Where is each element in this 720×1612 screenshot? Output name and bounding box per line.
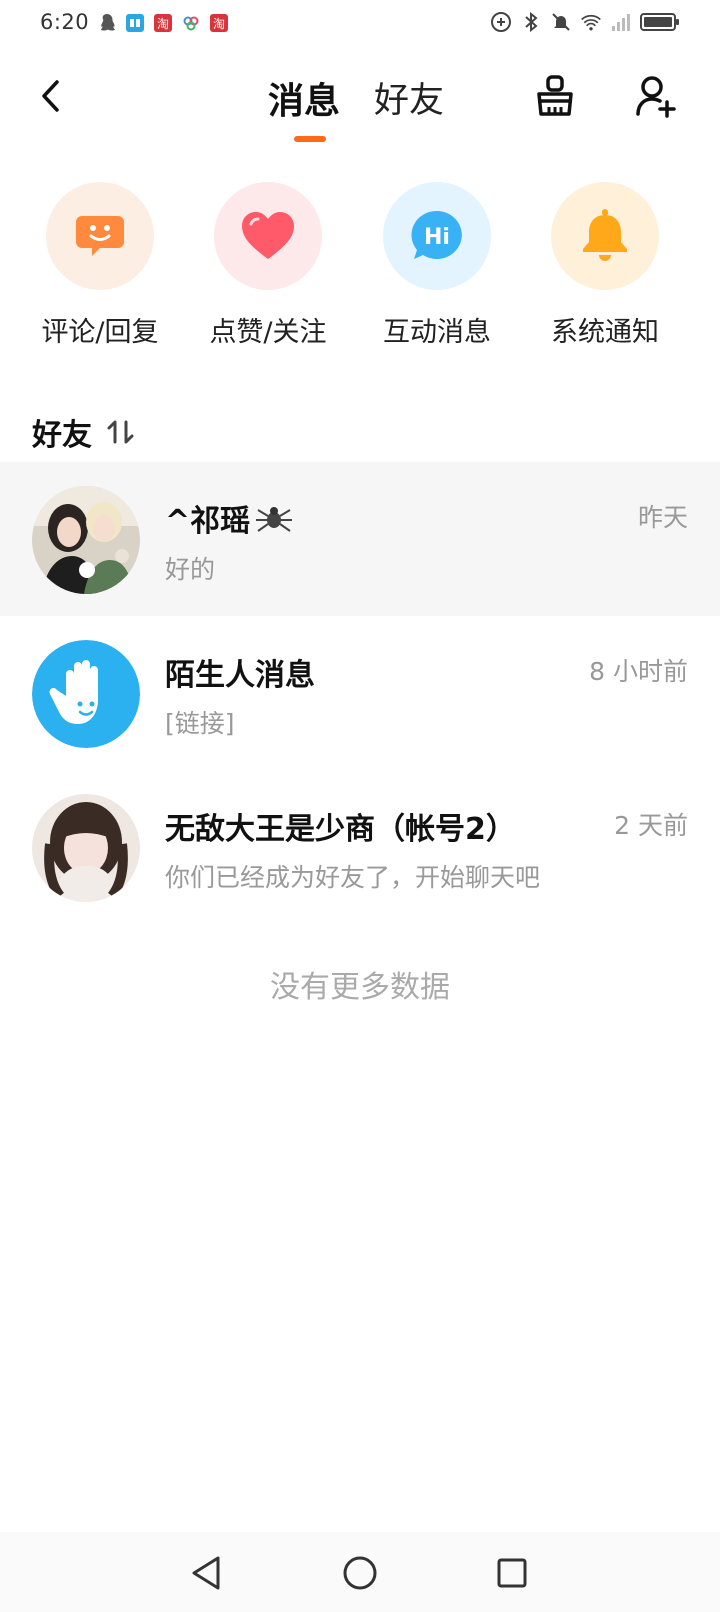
status-bar: 6:20 淘 淘 [0,0,720,48]
friends-section-header: 好友 [32,410,138,454]
conversation-name: 无敌大王是少商（帐号2） [165,812,516,847]
bluetooth-icon [520,11,542,33]
tab-friends[interactable]: 好友 [374,72,444,123]
add-friend-button[interactable] [630,70,682,122]
waving-hand-icon [32,640,140,748]
sort-button[interactable] [104,415,138,449]
message-categories: 评论/回复 点赞/关注 Hi 互动消息 系统通知 [0,182,720,352]
clear-unread-button[interactable] [529,70,581,122]
conversation-time: 昨天 [637,503,688,532]
add-user-icon [636,76,676,118]
conversation-preview: 好的 [165,555,216,584]
category-comments-replies[interactable]: 评论/回复 [15,182,185,349]
square-recents-icon [497,1558,527,1588]
conversation-name: ^祁瑶 [165,496,294,540]
category-label: 点赞/关注 [209,317,327,348]
chevron-left-icon [42,80,59,112]
category-label: 系统通知 [551,317,659,348]
signal-icon [610,11,632,33]
svg-text:淘: 淘 [157,17,169,31]
category-system-notices[interactable]: 系统通知 [520,182,690,349]
bell-icon [551,182,659,290]
connect-app-icon [180,12,202,34]
svg-text:Hi: Hi [424,225,450,250]
active-tab-indicator [294,136,326,142]
conversation-item[interactable]: 无敌大王是少商（帐号2） 你们已经成为好友了，开始聊天吧 2 天前 [0,770,720,924]
broom-icon [537,75,573,116]
conversation-time: 2 天前 [614,811,688,840]
no-more-data-text: 没有更多数据 [270,970,450,1005]
qq-icon [96,12,118,34]
data-saver-icon [490,11,512,33]
category-label: 互动消息 [383,317,491,348]
conversation-item[interactable]: 陌生人消息 [链接] 8 小时前 [0,616,720,770]
conversation-item[interactable]: ^祁瑶 好的 昨天 [0,462,720,616]
avatar [32,794,140,902]
conversation-time: 8 小时前 [589,657,688,686]
sort-icon [107,420,134,444]
app-header: 消息 好友 [0,48,720,148]
svg-text:淘: 淘 [213,17,225,31]
avatar [32,486,140,594]
category-label: 评论/回复 [41,317,159,348]
circle-home-icon [343,1556,377,1590]
taobao-icon: 淘 [208,12,230,34]
status-time: 6:20 [40,10,90,34]
hi-bubble-icon: Hi [383,182,491,290]
conversation-preview: [链接] [165,709,235,738]
triangle-back-icon [192,1556,220,1590]
category-interactions[interactable]: Hi 互动消息 [352,182,522,349]
section-title: 好友 [32,418,92,453]
tab-messages[interactable]: 消息 [268,72,340,124]
mute-icon [550,11,572,33]
conversation-preview: 你们已经成为好友了，开始聊天吧 [165,863,541,892]
nav-back-button[interactable] [183,1550,229,1596]
nav-home-button[interactable] [337,1550,383,1596]
taobao-icon: 淘 [152,12,174,34]
system-navigation-bar [0,1532,720,1612]
reader-app-icon [124,12,146,34]
spider-icon [256,507,293,532]
conversation-name: 陌生人消息 [165,658,315,693]
comment-face-icon [46,182,154,290]
battery-icon [640,11,680,33]
notification-icons: 淘 淘 [96,12,230,34]
avatar [32,640,140,748]
category-likes-follows[interactable]: 点赞/关注 [183,182,353,349]
heart-icon [214,182,322,290]
back-button[interactable] [30,72,70,120]
wifi-icon [580,11,602,33]
nav-recents-button[interactable] [489,1550,535,1596]
system-icons [490,11,680,33]
